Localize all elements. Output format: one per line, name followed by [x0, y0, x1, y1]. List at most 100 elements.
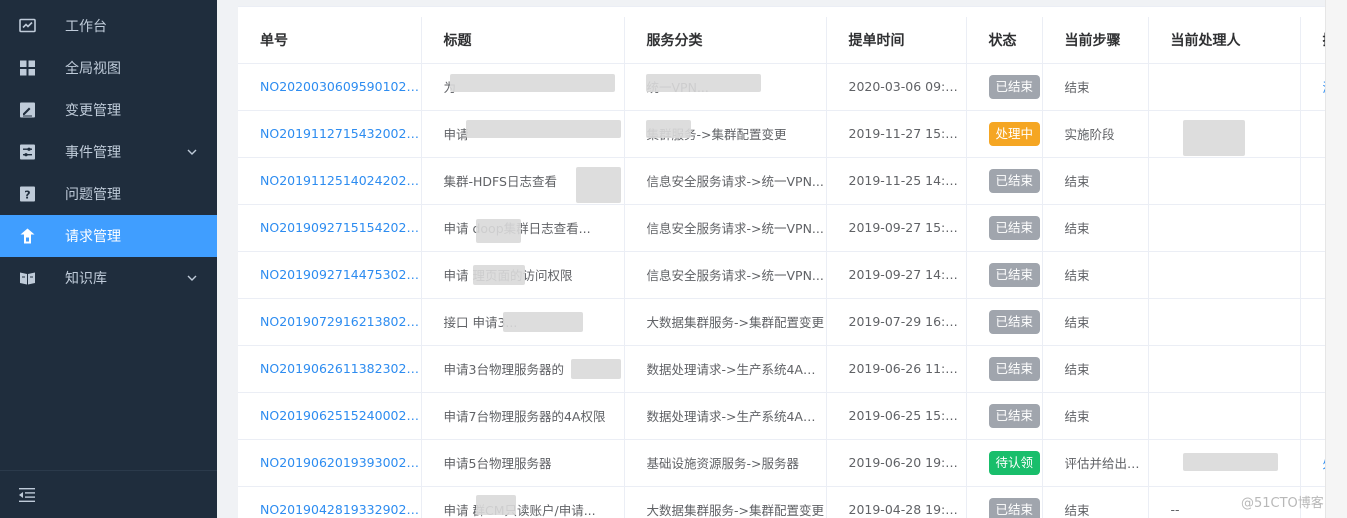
status-badge: 已结束 [988, 262, 1041, 287]
sidebar-item-label: 问题管理 [65, 187, 121, 203]
current-step: 实施阶段 [1042, 110, 1149, 158]
grid-icon [19, 60, 36, 77]
chevron-down-icon [186, 272, 198, 284]
request-no-link[interactable]: NO20190428193329029617 [238, 486, 422, 518]
col-header-status[interactable]: 状态 [966, 17, 1043, 64]
table-row[interactable]: NO20190927151542028684 申请 doop集群日志查看... 信息… [238, 204, 1347, 252]
request-no-link[interactable]: NO20200306095901024231 [238, 63, 422, 111]
table-row[interactable]: NO20190626113823022322 申请3台物理服务器的 数据处理请求->… [238, 345, 1347, 393]
current-step: 结束 [1042, 251, 1149, 299]
status-badge: 已结束 [988, 309, 1041, 334]
service-category: 信息安全服务请求->统一VPN... [624, 204, 827, 252]
table-row[interactable]: NO20191127154320026216 申请 集群服务->集群配置变更 2019… [238, 110, 1347, 158]
sidebar-item-4[interactable]: ? 问题管理 [0, 173, 217, 215]
redaction-blur [473, 265, 525, 285]
table-row[interactable]: NO20190729162138024907 接口 申请3... 大数据集群服务->… [238, 298, 1347, 346]
submit-time: 2019-04-28 19:33:29 [826, 486, 967, 518]
current-handler [1148, 251, 1301, 299]
current-handler [1148, 298, 1301, 346]
request-title: 申请 doop集群日志查看... [421, 204, 625, 252]
service-category: 信息安全服务请求->统一VPN... [624, 157, 827, 205]
current-handler [1148, 392, 1301, 440]
redaction-blur [466, 120, 621, 138]
redaction-blur [1183, 453, 1278, 471]
service-category: 基础设施资源服务->服务器 [624, 439, 827, 487]
current-step: 结束 [1042, 345, 1149, 393]
scrollbar-track[interactable] [1325, 0, 1347, 518]
sidebar-item-6[interactable]: 知识库 [0, 257, 217, 299]
redaction-blur [476, 495, 516, 515]
col-header-category[interactable]: 服务分类 [624, 17, 827, 64]
redaction-blur [646, 120, 691, 138]
request-table: 单号 标题 服务分类 提单时间 状态 当前步骤 当前处理人 操 NO202003… [238, 17, 1347, 518]
sidebar-item-label: 工作台 [65, 19, 107, 35]
redaction-blur [646, 74, 761, 92]
current-step: 结束 [1042, 157, 1149, 205]
status-badge: 处理中 [988, 121, 1041, 146]
submit-time: 2019-09-27 15:15:42 [826, 204, 967, 252]
table-row[interactable]: NO20190428193329029617 申请 群CM只读账户/申请... 大数… [238, 486, 1347, 518]
request-no-link[interactable]: NO20191127154320026216 [238, 110, 422, 158]
request-no-link[interactable]: NO20190626113823022322 [238, 345, 422, 393]
sidebar-item-label: 全局视图 [65, 61, 121, 77]
sliders-icon [19, 144, 36, 161]
status-badge: 已结束 [988, 168, 1041, 193]
book-icon [19, 270, 36, 287]
status-badge: 已结束 [988, 403, 1041, 428]
request-no-link[interactable]: NO20190927144753029799 [238, 251, 422, 299]
sidebar: 工作台全局视图变更管理事件管理? 问题管理请求管理 知识库 [0, 0, 217, 518]
current-step: 结束 [1042, 204, 1149, 252]
upload-icon [19, 228, 36, 245]
request-no-link[interactable]: NO20190625152400020918 [238, 392, 422, 440]
table-row[interactable]: NO20190927144753029799申请 理页面的访问权限信息安全服务请… [238, 251, 1347, 299]
status-badge: 已结束 [988, 497, 1041, 518]
collapse-menu-icon[interactable] [19, 487, 35, 502]
table-row[interactable]: NO20190625152400020918 申请7台物理服务器的4A权限 数据处理… [238, 392, 1347, 440]
col-header-time[interactable]: 提单时间 [826, 17, 967, 64]
request-title: 申请7台物理服务器的4A权限 [421, 392, 625, 440]
submit-time: 2019-11-27 15:43:20 [826, 110, 967, 158]
col-header-step[interactable]: 当前步骤 [1042, 17, 1149, 64]
request-title: 申请 群CM只读账户/申请... [421, 486, 625, 518]
chevron-down-icon [186, 146, 198, 158]
sidebar-item-0[interactable]: 工作台 [0, 5, 217, 47]
current-handler [1148, 157, 1301, 205]
edit-icon [19, 102, 36, 119]
current-step: 结束 [1042, 392, 1149, 440]
table-row[interactable]: NO20200306095901024231为统一VPN...2020-03-0… [238, 63, 1347, 111]
col-header-handler[interactable]: 当前处理人 [1148, 17, 1301, 64]
sidebar-footer [0, 470, 217, 518]
col-header-title[interactable]: 标题 [421, 17, 625, 64]
service-category: 数据处理请求->生产系统4A账... [624, 345, 827, 393]
service-category: 大数据集群服务->集群配置变更 [624, 298, 827, 346]
request-no-link[interactable]: NO20191125140242025377 [238, 157, 422, 205]
redaction-blur [503, 312, 583, 332]
sidebar-item-5[interactable]: 请求管理 [0, 215, 217, 257]
question-icon: ? [19, 186, 36, 203]
app-window: 工作台全局视图变更管理事件管理? 问题管理请求管理 知识库 单号 标题 服务分类 提… [0, 0, 1347, 518]
service-category: 信息安全服务请求->统一VPN... [624, 251, 827, 299]
current-step: 结束 [1042, 298, 1149, 346]
request-no-link[interactable]: NO20190620193930028711 [238, 439, 422, 487]
request-list-card: 单号 标题 服务分类 提单时间 状态 当前步骤 当前处理人 操 NO202003… [238, 6, 1347, 518]
submit-time: 2019-09-27 14:47:53 [826, 251, 967, 299]
sidebar-item-1[interactable]: 全局视图 [0, 47, 217, 89]
redaction-blur [571, 359, 621, 379]
status-badge: 已结束 [988, 215, 1041, 240]
redaction-blur [1183, 120, 1245, 156]
svg-text:?: ? [24, 189, 30, 202]
request-no-link[interactable]: NO20190927151542028684 [238, 204, 422, 252]
request-no-link[interactable]: NO20190729162138024907 [238, 298, 422, 346]
submit-time: 2019-06-20 19:39:30 [826, 439, 967, 487]
sidebar-item-label: 变更管理 [65, 103, 121, 119]
table-row[interactable]: NO20190620193930028711 申请5台物理服务器 基础设施资源服务-… [238, 439, 1347, 487]
sidebar-item-2[interactable]: 变更管理 [0, 89, 217, 131]
table-row[interactable]: NO20191125140242025377 集群-HDFS日志查看 信息安全服务请… [238, 157, 1347, 205]
submit-time: 2019-07-29 16:21:38 [826, 298, 967, 346]
submit-time: 2019-06-25 15:24:00 [826, 392, 967, 440]
service-category: 数据处理请求->生产系统4A账... [624, 392, 827, 440]
main-content: 单号 标题 服务分类 提单时间 状态 当前步骤 当前处理人 操 NO202003… [217, 0, 1347, 518]
sidebar-item-3[interactable]: 事件管理 [0, 131, 217, 173]
col-header-no[interactable]: 单号 [238, 17, 422, 64]
status-badge: 已结束 [988, 356, 1041, 381]
